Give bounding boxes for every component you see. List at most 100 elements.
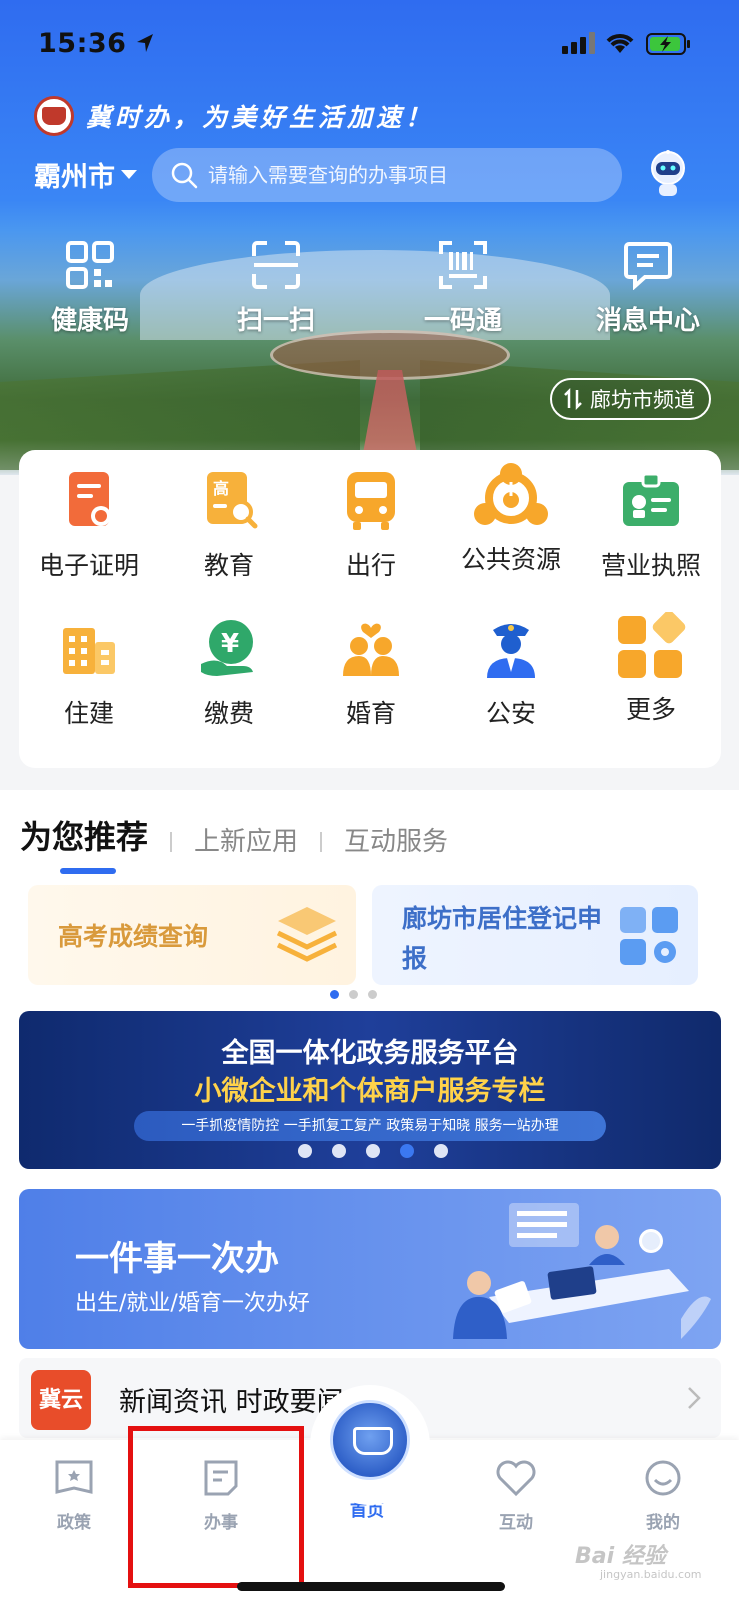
service-education[interactable]: 高 教育 xyxy=(159,468,299,582)
search-input[interactable] xyxy=(208,163,608,187)
home-indicator[interactable] xyxy=(237,1582,505,1591)
pager-dot xyxy=(366,1144,380,1158)
quick-action-scan[interactable]: 扫一扫 xyxy=(191,240,361,337)
service-grid: 电子证明 高 教育 出行 公共资源 营业执照 住建 ¥ 缴费 婚育 公安 更多 xyxy=(19,450,721,768)
location-arrow-icon xyxy=(137,34,153,52)
quick-action-label: 消息中心 xyxy=(595,306,700,336)
service-label: 教育 xyxy=(203,551,254,580)
service-e-certificate[interactable]: 电子证明 xyxy=(19,468,159,582)
public-resource-icon xyxy=(469,462,553,532)
tab-mine[interactable]: 我的 xyxy=(603,1458,723,1533)
city-selector[interactable]: 霸州市 xyxy=(34,155,137,194)
service-label: 婚育 xyxy=(345,699,396,728)
service-police[interactable]: 公安 xyxy=(441,616,581,730)
jiyun-logo: 冀云 xyxy=(31,1370,91,1430)
pager-dot xyxy=(368,990,377,999)
tab-new-apps[interactable]: 上新应用 xyxy=(194,821,298,858)
tab-label: 政策 xyxy=(57,1513,91,1533)
building-icon xyxy=(57,616,121,680)
pager-dot xyxy=(330,990,339,999)
switch-arrows-icon xyxy=(564,388,582,410)
robot-assistant-icon[interactable] xyxy=(648,150,688,198)
service-label: 营业执照 xyxy=(600,551,701,580)
apps-gear-icon xyxy=(620,907,678,965)
one-thing-subtitle: 出生/就业/婚育一次办好 xyxy=(75,1291,310,1316)
news-title: 新闻资讯 时政要闻 xyxy=(119,1387,344,1418)
pager-dot xyxy=(332,1144,346,1158)
service-counter-illustration xyxy=(453,1203,711,1339)
service-public-resources[interactable]: 公共资源 xyxy=(441,463,581,576)
city-name: 霸州市 xyxy=(34,162,115,193)
app-emblem-icon xyxy=(34,96,74,136)
service-label: 住建 xyxy=(63,699,114,728)
layers-icon xyxy=(276,907,338,962)
card-pager xyxy=(330,990,377,999)
card-title: 高考成绩查询 xyxy=(58,922,209,951)
recommend-tabs: 为您推荐 上新应用 互动服务 xyxy=(20,812,448,874)
quick-action-health-code[interactable]: 健康码 xyxy=(5,240,175,337)
city-channel-button[interactable]: 廊坊市频道 xyxy=(550,378,711,420)
watermark-sub: jingyan.baidu.com xyxy=(600,1568,702,1581)
cellular-signal-icon xyxy=(562,32,595,54)
search-icon xyxy=(171,162,198,189)
card-title: 廊坊市居住登记申报 xyxy=(402,904,603,973)
pager-dot xyxy=(400,1144,414,1158)
svg-text:高: 高 xyxy=(213,479,229,498)
payment-icon: ¥ xyxy=(197,616,261,680)
highlight-annotation-box xyxy=(128,1426,304,1588)
app-slogan: 冀时办，为美好生活加速！ xyxy=(34,96,434,136)
tab-interact[interactable]: 互动 xyxy=(456,1458,576,1533)
barcode-icon xyxy=(439,241,487,289)
quick-action-label: 健康码 xyxy=(50,306,129,336)
tab-policy[interactable]: 政策 xyxy=(14,1458,134,1533)
quick-actions: 健康码 扫一扫 一码通 消息中心 xyxy=(0,240,739,350)
health-code-icon xyxy=(66,241,114,289)
quick-action-one-code[interactable]: 一码通 xyxy=(378,240,548,337)
channel-label: 廊坊市频道 xyxy=(590,388,695,412)
watermark: Bai 经验 xyxy=(575,1544,666,1569)
battery-charging-icon xyxy=(646,33,690,55)
service-marriage[interactable]: 婚育 xyxy=(301,616,441,730)
certificate-icon xyxy=(57,468,121,532)
recommend-card-gaokao[interactable]: 高考成绩查询 xyxy=(28,885,356,985)
service-housing[interactable]: 住建 xyxy=(19,616,159,730)
scan-icon xyxy=(252,241,300,289)
service-label: 公安 xyxy=(485,699,536,728)
service-more[interactable]: 更多 xyxy=(581,610,721,726)
recommend-card-residence[interactable]: 廊坊市居住登记申报 xyxy=(372,885,698,985)
business-license-icon xyxy=(619,468,683,532)
service-business-license[interactable]: 营业执照 xyxy=(581,468,721,582)
service-label: 电子证明 xyxy=(38,551,139,580)
tab-label: 互动 xyxy=(499,1513,533,1533)
quick-action-messages[interactable]: 消息中心 xyxy=(563,240,733,337)
banner-tagline: 一手抓疫情防控 一手抓复工复产 政策易于知晓 服务一站办理 xyxy=(134,1111,606,1141)
banner-pager xyxy=(298,1144,448,1158)
quick-action-label: 扫一扫 xyxy=(236,306,315,336)
status-time: 15:36 xyxy=(38,28,127,59)
caret-down-icon xyxy=(121,170,137,179)
chevron-right-icon xyxy=(688,1387,701,1409)
quick-action-label: 一码通 xyxy=(423,306,502,336)
pager-dot xyxy=(298,1144,312,1158)
policy-icon xyxy=(55,1460,93,1494)
slogan-text: 冀时办，为美好生活加速！ xyxy=(86,103,435,132)
service-label: 缴费 xyxy=(203,699,254,728)
app-screen: 15:36 冀时办，为美好生活加速！ 霸州市 健康码 扫一扫 xyxy=(0,0,739,1600)
pager-dot xyxy=(349,990,358,999)
service-label: 公共资源 xyxy=(460,545,561,574)
tab-interactive-services[interactable]: 互动服务 xyxy=(344,821,448,858)
pager-dot xyxy=(434,1144,448,1158)
search-bar[interactable] xyxy=(152,148,622,202)
bus-icon xyxy=(339,468,403,532)
one-thing-banner[interactable]: 一件事一次办 出生/就业/婚育一次办好 xyxy=(19,1189,721,1349)
service-payment[interactable]: ¥ 缴费 xyxy=(159,616,299,730)
tab-divider xyxy=(170,832,173,852)
tab-label: 我的 xyxy=(646,1513,680,1533)
one-thing-title: 一件事一次办 xyxy=(75,1239,279,1279)
home-emblem-icon[interactable] xyxy=(330,1400,410,1480)
tab-recommend[interactable]: 为您推荐 xyxy=(20,812,148,874)
svg-text:¥: ¥ xyxy=(221,629,239,659)
banner-line1: 全国一体化政务服务平台 xyxy=(221,1038,519,1069)
service-transport[interactable]: 出行 xyxy=(301,468,441,582)
profile-icon xyxy=(645,1460,681,1496)
